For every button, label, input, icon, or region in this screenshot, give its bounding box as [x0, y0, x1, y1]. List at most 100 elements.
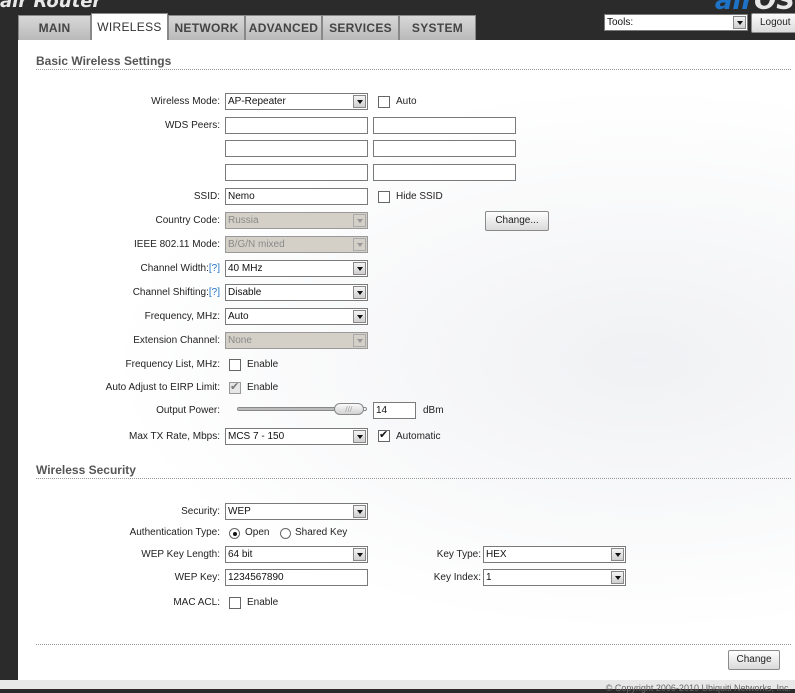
frequency-list-label: Frequency List, MHz: [125, 359, 220, 370]
wep-key-length-select[interactable]: 64 bit [225, 546, 368, 563]
wds-peer-4-input[interactable] [373, 140, 516, 157]
chevron-down-icon [353, 262, 366, 275]
basic-divider [36, 69, 791, 70]
security-divider [36, 478, 791, 479]
wireless-settings-panel: Basic Wireless Settings Wireless Mode: A… [18, 40, 795, 680]
eirp-enable-checkbox[interactable] [229, 380, 241, 394]
wds-peer-2-input[interactable] [373, 117, 516, 134]
wireless-security-title: Wireless Security [36, 463, 136, 477]
channel-width-label-text: Channel Width: [140, 263, 209, 274]
auth-open-label: Open [245, 527, 270, 538]
tab-network[interactable]: NETWORK [168, 15, 245, 40]
chevron-down-icon [611, 548, 624, 561]
mac-acl-label: MAC ACL: [173, 597, 220, 608]
chevron-down-icon [353, 238, 366, 251]
channel-width-help-link[interactable]: [?] [209, 263, 220, 274]
ssid-label: SSID: [193, 191, 220, 202]
max-tx-rate-select[interactable]: MCS 7 - 150 [225, 428, 368, 445]
auth-shared-key-radio[interactable] [280, 528, 291, 539]
basic-settings-title: Basic Wireless Settings [36, 54, 172, 68]
chevron-down-icon [353, 214, 366, 227]
frequency-list-enable-label: Enable [247, 359, 279, 370]
wep-key-label: WEP Key: [174, 572, 220, 583]
ieee-mode-select[interactable]: B/G/N mixed [225, 236, 368, 253]
channel-shifting-help-link[interactable]: [?] [209, 287, 220, 298]
auth-type-label: Authentication Type: [129, 527, 220, 538]
chevron-down-icon [353, 95, 366, 108]
max-tx-automatic-label: Automatic [396, 431, 441, 442]
max-tx-rate-label: Max TX Rate, Mbps: [129, 431, 220, 442]
wds-peer-6-input[interactable] [373, 164, 516, 181]
chevron-down-icon [611, 571, 624, 584]
chevron-down-icon [353, 310, 366, 323]
chevron-down-icon [353, 334, 366, 347]
hide-ssid-label: Hide SSID [396, 191, 443, 202]
channel-shifting-label-text: Channel Shifting: [132, 287, 209, 298]
key-index-value: 1 [486, 572, 492, 583]
extension-channel-label: Extension Channel: [133, 335, 220, 346]
brand-title: air Router [0, 0, 102, 12]
country-code-label: Country Code: [155, 215, 220, 226]
wds-peer-3-input[interactable] [225, 140, 368, 157]
channel-shifting-label: Channel Shifting:[?] [133, 285, 220, 301]
max-tx-automatic-checkbox[interactable] [378, 428, 390, 442]
chevron-down-icon [353, 505, 366, 518]
channel-shifting-value: Disable [228, 287, 262, 298]
ieee-mode-value: B/G/N mixed [228, 239, 285, 250]
channel-shifting-select[interactable]: Disable [225, 284, 368, 301]
output-power-slider-fill [238, 408, 349, 410]
wep-key-input[interactable]: 1234567890 [225, 569, 368, 586]
key-index-select[interactable]: 1 [483, 569, 626, 586]
extension-channel-value: None [228, 335, 252, 346]
chevron-down-icon [733, 16, 746, 29]
change-button[interactable]: Change [728, 650, 780, 670]
key-type-value: HEX [486, 549, 507, 560]
mac-acl-enable-checkbox[interactable] [229, 597, 241, 609]
tab-services[interactable]: SERVICES [322, 15, 399, 40]
channel-width-label: Channel Width:[?] [141, 261, 221, 277]
tab-system[interactable]: SYSTEM [399, 15, 476, 40]
wds-peers-label: WDS Peers: [164, 120, 220, 131]
auth-shared-key-label: Shared Key [295, 527, 348, 538]
extension-channel-select[interactable]: None [225, 332, 368, 349]
wds-peer-1-input[interactable] [225, 117, 368, 134]
logout-button[interactable]: Logout [751, 13, 795, 33]
eirp-label: Auto Adjust to EIRP Limit: [105, 382, 220, 393]
security-label: Security: [181, 506, 220, 517]
footer-divider [36, 644, 791, 645]
wireless-mode-value: AP-Repeater [228, 96, 286, 107]
auth-open-radio[interactable] [229, 528, 240, 539]
tools-select[interactable]: Tools: [604, 14, 748, 31]
chevron-down-icon [353, 548, 366, 561]
output-power-slider-handle[interactable]: /// [333, 403, 364, 415]
mac-acl-enable-label: Enable [247, 597, 279, 608]
tab-main[interactable]: MAIN [18, 15, 91, 40]
output-power-label: Output Power: [156, 405, 220, 416]
eirp-enable-label: Enable [247, 382, 279, 393]
hide-ssid-checkbox[interactable] [378, 191, 390, 203]
frequency-value: Auto [228, 311, 249, 322]
frequency-list-enable-checkbox[interactable] [229, 359, 241, 371]
frequency-label: Frequency, MHz: [144, 311, 220, 322]
wds-peer-5-input[interactable] [225, 164, 368, 181]
frequency-select[interactable]: Auto [225, 308, 368, 325]
output-power-unit: dBm [423, 405, 444, 416]
channel-width-select[interactable]: 40 MHz [225, 260, 368, 277]
ssid-input[interactable]: Nemo [225, 188, 368, 205]
copyright-text: © Copyright 2006-2010 Ubiquiti Networks,… [605, 683, 791, 693]
key-type-label: Key Type: [436, 549, 481, 560]
key-type-select[interactable]: HEX [483, 546, 626, 563]
tab-advanced[interactable]: ADVANCED [245, 15, 322, 40]
tab-wireless[interactable]: WIRELESS [91, 13, 168, 40]
security-select[interactable]: WEP [225, 503, 368, 520]
chevron-down-icon [353, 286, 366, 299]
wireless-mode-label: Wireless Mode: [151, 96, 220, 107]
wireless-mode-auto-label: Auto [396, 96, 417, 107]
country-change-button[interactable]: Change... [485, 211, 549, 231]
country-code-select[interactable]: Russia [225, 212, 368, 229]
security-value: WEP [228, 506, 251, 517]
wireless-mode-select[interactable]: AP-Repeater [225, 93, 368, 110]
wireless-mode-auto-checkbox[interactable] [378, 96, 390, 108]
max-tx-rate-value: MCS 7 - 150 [228, 431, 285, 442]
output-power-input[interactable]: 14 [373, 402, 416, 419]
